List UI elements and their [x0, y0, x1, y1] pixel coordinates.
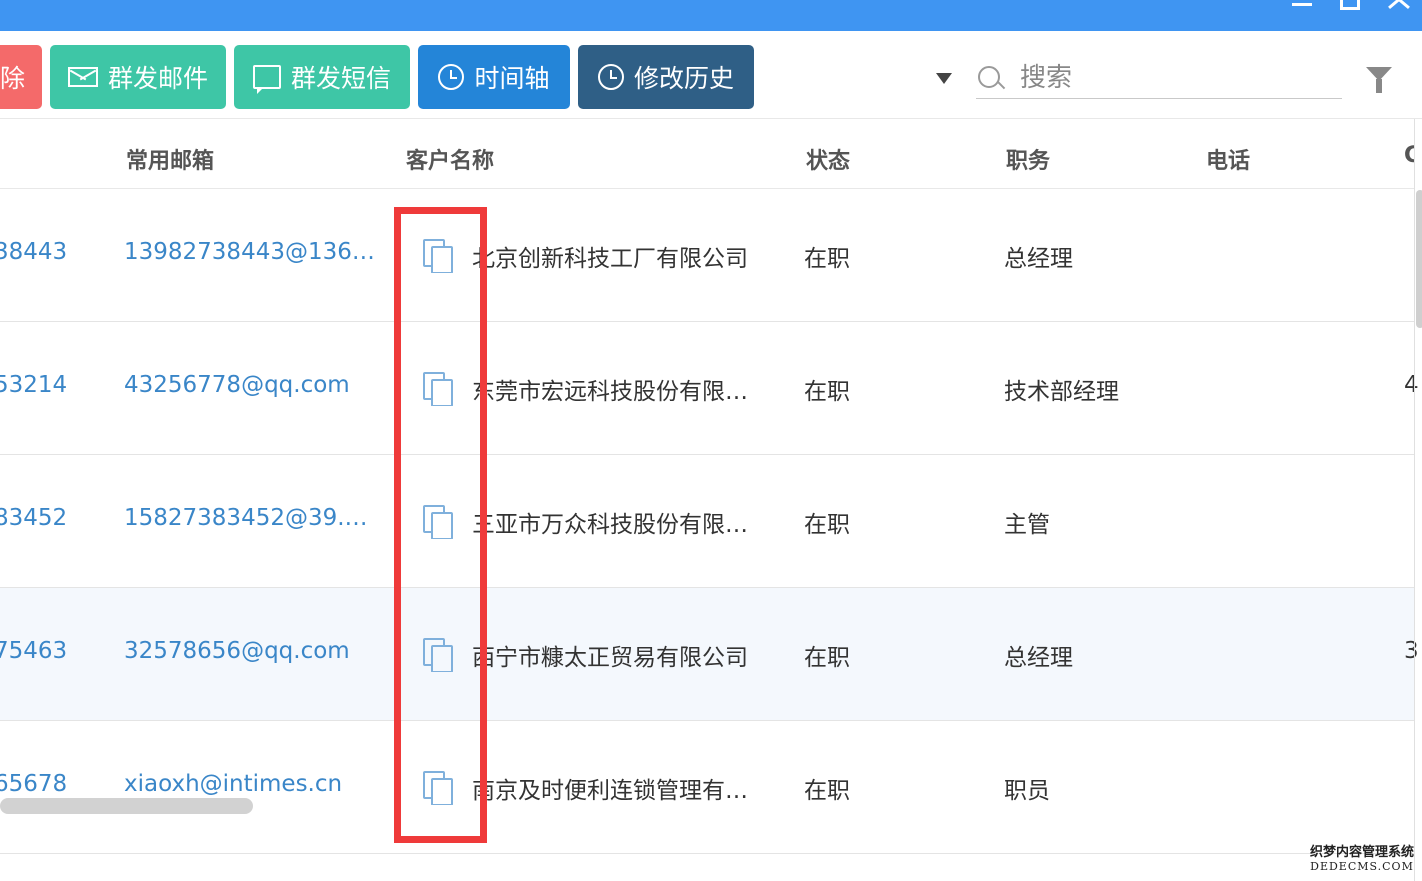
copy-icon[interactable] [420, 237, 454, 273]
copy-icon[interactable] [420, 636, 454, 672]
phone-link[interactable]: 65678 [0, 771, 84, 797]
copy-icon[interactable] [420, 370, 454, 406]
bulk-email-button[interactable]: 群发邮件 [50, 45, 226, 109]
edit-history-button[interactable]: 修改历史 [578, 45, 754, 109]
phone-link[interactable]: 83452 [0, 505, 84, 531]
phone-link[interactable]: 75463 [0, 638, 84, 664]
customer-name: 南京及时便利连锁管理有限公司 [472, 778, 764, 804]
phone-link[interactable]: 53214 [0, 372, 84, 398]
history-clock-icon [597, 64, 624, 90]
close-icon[interactable] [1386, 0, 1410, 8]
table-row[interactable]: 65678 xiaoxh@intimes.cn 南京及时便利连锁管理有限公司 在… [0, 721, 1414, 854]
table-header: 常用邮箱 客户名称 状态 职务 电话 C [0, 119, 1414, 189]
job-title: 总经理 [1004, 645, 1073, 671]
column-header-phone[interactable]: 电话 [1206, 143, 1250, 175]
delete-button-label: 除 [0, 64, 26, 93]
column-header-truncated[interactable]: C [1404, 143, 1414, 168]
bulk-sms-button[interactable]: 群发短信 [234, 45, 410, 109]
clock-icon [438, 64, 465, 90]
email-link[interactable]: 32578656@qq.com [124, 638, 380, 664]
customer-contacts-table: 常用邮箱 客户名称 状态 职务 电话 C 38443 13982738443@1… [0, 119, 1419, 854]
window-titlebar [0, 0, 1422, 31]
timeline-label: 时间轴 [474, 64, 550, 93]
phone-link[interactable]: 38443 [0, 239, 84, 265]
column-header-email[interactable]: 常用邮箱 [126, 143, 214, 175]
column-header-customer[interactable]: 客户名称 [406, 143, 494, 175]
table-row[interactable]: 38443 13982738443@136.com 北京创新科技工厂有限公司 在… [0, 189, 1414, 322]
job-title: 主管 [1004, 512, 1050, 538]
job-title: 总经理 [1004, 246, 1073, 272]
search-box [976, 57, 1342, 99]
status-text: 在职 [804, 246, 850, 272]
filter-icon[interactable] [1366, 67, 1392, 93]
copy-icon[interactable] [420, 769, 454, 805]
email-link[interactable]: xiaoxh@intimes.cn [124, 771, 380, 797]
status-text: 在职 [804, 512, 850, 538]
job-title: 职员 [1004, 778, 1050, 804]
column-header-title[interactable]: 职务 [1006, 143, 1050, 175]
minimize-icon[interactable] [1292, 0, 1312, 8]
maximize-icon[interactable] [1340, 0, 1360, 10]
customer-name: 北京创新科技工厂有限公司 [472, 246, 748, 272]
edit-history-label: 修改历史 [633, 64, 734, 93]
column-header-status[interactable]: 状态 [806, 143, 850, 175]
search-input[interactable] [1020, 62, 1320, 93]
email-link[interactable]: 43256778@qq.com [124, 372, 380, 398]
status-text: 在职 [804, 379, 850, 405]
truncated-cell: 3 [1404, 638, 1419, 664]
customer-name: 三亚市万众科技股份有限公司 [472, 512, 764, 538]
watermark-line1: 织梦内容管理系统 [1309, 845, 1414, 860]
job-title: 技术部经理 [1004, 379, 1119, 405]
watermark: 织梦内容管理系统 DEDECMS.COM [1310, 841, 1414, 873]
search-icon[interactable] [976, 63, 1006, 93]
watermark-line2: DEDECMS.COM [1310, 860, 1414, 873]
message-icon [252, 65, 281, 94]
customer-name: 西宁市糠太正贸易有限公司 [472, 645, 748, 671]
mail-icon [67, 67, 98, 87]
vertical-scrollbar[interactable] [1416, 190, 1422, 328]
status-text: 在职 [804, 778, 850, 804]
delete-button[interactable]: 除 [0, 45, 42, 109]
customer-name: 东莞市宏远科技股份有限公司 [472, 379, 764, 405]
dropdown-caret-icon[interactable] [936, 73, 952, 84]
vertical-scroll-track [1414, 119, 1415, 881]
truncated-cell: 4 [1404, 372, 1419, 398]
table-row[interactable]: 53214 43256778@qq.com 东莞市宏远科技股份有限公司 在职 技… [0, 322, 1419, 455]
timeline-button[interactable]: 时间轴 [418, 45, 570, 109]
horizontal-scrollbar[interactable] [0, 798, 253, 814]
toolbar: 除 群发邮件 群发短信 时间轴 修改历史 [0, 31, 1422, 119]
table-row[interactable]: 75463 32578656@qq.com 西宁市糠太正贸易有限公司 在职 总经… [0, 588, 1419, 721]
status-text: 在职 [804, 645, 850, 671]
bulk-sms-label: 群发短信 [290, 64, 391, 93]
email-link[interactable]: 13982738443@136.com [124, 239, 380, 265]
copy-icon[interactable] [420, 503, 454, 539]
table-row[interactable]: 83452 15827383452@39.com 三亚市万众科技股份有限公司 在… [0, 455, 1414, 588]
bulk-email-label: 群发邮件 [107, 64, 208, 93]
email-link[interactable]: 15827383452@39.com [124, 505, 380, 531]
